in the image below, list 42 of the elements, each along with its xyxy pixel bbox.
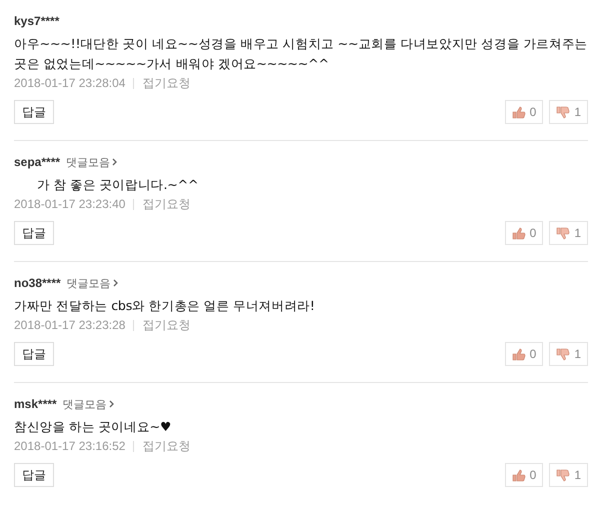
chevron-right-icon [112,279,118,287]
comment-collection-link[interactable]: 댓글모음 [66,275,118,293]
username: sepa**** [14,154,60,171]
fold-request-link[interactable]: 접기요청 [142,195,190,213]
thumbs-up-icon [512,468,526,482]
comment-collection-link[interactable]: 댓글모음 [62,396,114,414]
like-button[interactable]: 0 [504,463,544,487]
reply-button[interactable]: 답글 [14,221,54,245]
timestamp: 2018-01-17 23:28:04 [14,75,126,92]
timestamp: 2018-01-17 23:23:28 [14,317,126,334]
thumbs-down-icon [556,226,570,240]
like-button[interactable]: 0 [504,221,544,245]
dislike-button[interactable]: 1 [549,100,588,124]
username: kys7**** [14,13,60,30]
fold-request-link[interactable]: 접기요청 [142,74,190,92]
username: no38**** [14,275,61,292]
username: msk**** [14,396,57,413]
reply-button[interactable]: 답글 [14,100,54,124]
like-button[interactable]: 0 [504,342,544,366]
chevron-right-icon [108,400,114,408]
thumbs-up-icon [512,106,526,118]
like-button[interactable]: 0 [504,100,544,124]
comment-text: 아우~~~!!대단한 곳이 네요~~성경을 배우고 시험치고 ~~교회를 다녀보았지만 성경을 가르쳐주는곳은 없었는데~~~~~가서 배워야 겠어요~~~~~^^ [14,35,588,73]
chevron-right-icon [112,158,118,166]
thumbs-up-icon [512,226,526,240]
timestamp: 2018-01-17 23:16:52 [14,438,126,455]
thumbs-down-icon [556,348,570,360]
dislike-button[interactable]: 1 [549,221,588,245]
comment-collection-link[interactable]: 댓글모음 [66,154,118,172]
fold-request-link[interactable]: 접기요청 [142,316,190,334]
thumbs-up-icon [512,348,526,360]
comment-text: 참신앙을 하는 곳이네요~♥ [14,418,172,436]
thumbs-down-icon [556,468,570,482]
reply-button[interactable]: 답글 [14,463,54,487]
thumbs-down-icon [556,106,570,118]
dislike-button[interactable]: 1 [549,342,588,366]
comment-text: 가 참 좋은 곳이랍니다.~^^ [36,176,200,194]
comment-text: 가짜만 전달하는 cbs와 한기총은 얼른 무너져버려라! [14,297,316,315]
fold-request-link[interactable]: 접기요청 [142,437,190,455]
reply-button[interactable]: 답글 [14,342,54,366]
dislike-button[interactable]: 1 [549,463,588,487]
timestamp: 2018-01-17 23:23:40 [14,196,126,213]
